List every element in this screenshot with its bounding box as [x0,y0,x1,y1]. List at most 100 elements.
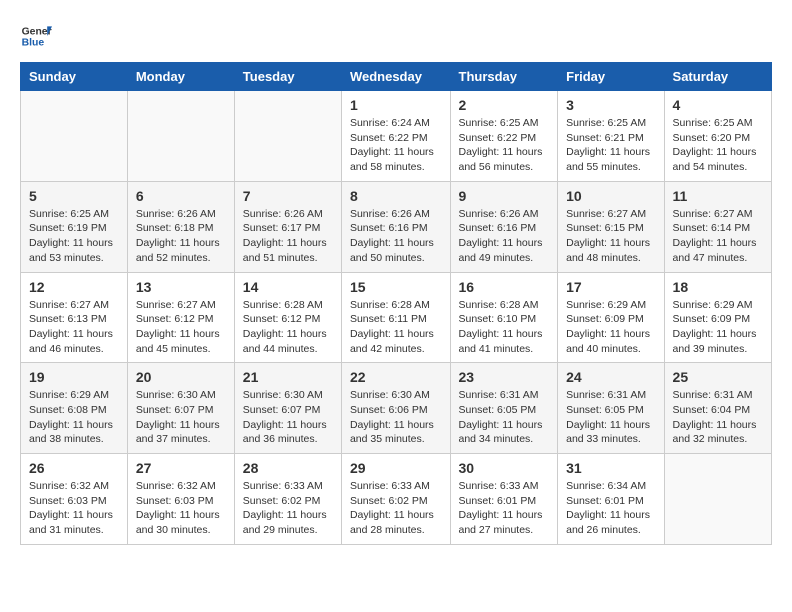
day-info: Sunrise: 6:28 AMSunset: 6:12 PMDaylight:… [243,299,327,355]
calendar-cell: 20Sunrise: 6:30 AMSunset: 6:07 PMDayligh… [127,363,234,454]
day-info: Sunrise: 6:25 AMSunset: 6:19 PMDaylight:… [29,208,113,264]
day-info: Sunrise: 6:28 AMSunset: 6:11 PMDaylight:… [350,299,434,355]
day-number: 19 [29,369,119,385]
weekday-tuesday: Tuesday [234,63,341,91]
day-number: 3 [566,97,655,113]
calendar-cell: 5 Sunrise: 6:25 AMSunset: 6:19 PMDaylight… [21,181,128,272]
calendar-cell: 3 Sunrise: 6:25 AMSunset: 6:21 PMDaylight… [558,91,664,182]
svg-text:Blue: Blue [22,38,45,49]
calendar-cell: 8 Sunrise: 6:26 AMSunset: 6:16 PMDaylight… [341,181,450,272]
calendar-cell: 14 Sunrise: 6:28 AMSunset: 6:12 PMDayligh… [234,272,341,363]
calendar-cell: 24 Sunrise: 6:31 AMSunset: 6:05 PMDayligh… [558,363,664,454]
calendar-cell [664,454,771,545]
day-number: 23 [459,369,550,385]
calendar-week-5: 26 Sunrise: 6:32 AMSunset: 6:03 PMDayligh… [21,454,772,545]
logo-icon: General Blue [20,20,52,52]
day-number: 28 [243,460,333,476]
day-number: 12 [29,279,119,295]
day-number: 17 [566,279,655,295]
calendar-week-1: 1 Sunrise: 6:24 AMSunset: 6:22 PMDaylight… [21,91,772,182]
weekday-monday: Monday [127,63,234,91]
day-number: 24 [566,369,655,385]
day-info: Sunrise: 6:26 AMSunset: 6:16 PMDaylight:… [459,208,543,264]
page-header: General Blue [20,20,772,52]
day-number: 29 [350,460,442,476]
calendar-cell: 26Sunrise: 6:32 AMSunset: 6:03 PMDayligh… [21,454,128,545]
day-number: 22 [350,369,442,385]
calendar-cell: 6 Sunrise: 6:26 AMSunset: 6:18 PMDaylight… [127,181,234,272]
day-info: Sunrise: 6:31 AMSunset: 6:05 PMDaylight:… [459,389,543,445]
calendar-cell [127,91,234,182]
calendar-cell: 27 Sunrise: 6:32 AMSunset: 6:03 PMDayligh… [127,454,234,545]
day-info: Sunrise: 6:33 AMSunset: 6:02 PMDaylight:… [350,480,434,536]
calendar-cell: 23 Sunrise: 6:31 AMSunset: 6:05 PMDayligh… [450,363,558,454]
calendar-cell: 28 Sunrise: 6:33 AMSunset: 6:02 PMDayligh… [234,454,341,545]
calendar-cell: 21Sunrise: 6:30 AMSunset: 6:07 PMDayligh… [234,363,341,454]
day-number: 14 [243,279,333,295]
day-number: 8 [350,188,442,204]
day-info: Sunrise: 6:25 AMSunset: 6:22 PMDaylight:… [459,117,543,173]
day-info: Sunrise: 6:27 AMSunset: 6:14 PMDaylight:… [673,208,757,264]
day-info: Sunrise: 6:31 AMSunset: 6:05 PMDaylight:… [566,389,650,445]
day-info: Sunrise: 6:25 AMSunset: 6:21 PMDaylight:… [566,117,650,173]
weekday-saturday: Saturday [664,63,771,91]
weekday-header-row: SundayMondayTuesdayWednesdayThursdayFrid… [21,63,772,91]
day-number: 2 [459,97,550,113]
day-info: Sunrise: 6:33 AMSunset: 6:01 PMDaylight:… [459,480,543,536]
calendar-cell: 12 Sunrise: 6:27 AMSunset: 6:13 PMDayligh… [21,272,128,363]
calendar-cell: 1 Sunrise: 6:24 AMSunset: 6:22 PMDaylight… [341,91,450,182]
day-number: 30 [459,460,550,476]
calendar-cell: 18Sunrise: 6:29 AMSunset: 6:09 PMDayligh… [664,272,771,363]
day-number: 26 [29,460,119,476]
calendar-cell [21,91,128,182]
day-info: Sunrise: 6:32 AMSunset: 6:03 PMDaylight:… [136,480,220,536]
day-info: Sunrise: 6:27 AMSunset: 6:13 PMDaylight:… [29,299,113,355]
day-number: 18 [673,279,763,295]
day-info: Sunrise: 6:29 AMSunset: 6:09 PMDaylight:… [566,299,650,355]
calendar-week-4: 19Sunrise: 6:29 AMSunset: 6:08 PMDayligh… [21,363,772,454]
calendar-cell: 30 Sunrise: 6:33 AMSunset: 6:01 PMDayligh… [450,454,558,545]
weekday-sunday: Sunday [21,63,128,91]
calendar-cell: 11Sunrise: 6:27 AMSunset: 6:14 PMDayligh… [664,181,771,272]
weekday-friday: Friday [558,63,664,91]
day-number: 15 [350,279,442,295]
calendar-cell: 15 Sunrise: 6:28 AMSunset: 6:11 PMDayligh… [341,272,450,363]
calendar-cell: 31 Sunrise: 6:34 AMSunset: 6:01 PMDayligh… [558,454,664,545]
day-info: Sunrise: 6:26 AMSunset: 6:16 PMDaylight:… [350,208,434,264]
day-info: Sunrise: 6:26 AMSunset: 6:18 PMDaylight:… [136,208,220,264]
day-number: 1 [350,97,442,113]
day-number: 31 [566,460,655,476]
day-info: Sunrise: 6:24 AMSunset: 6:22 PMDaylight:… [350,117,434,173]
calendar-cell: 10 Sunrise: 6:27 AMSunset: 6:15 PMDayligh… [558,181,664,272]
day-info: Sunrise: 6:25 AMSunset: 6:20 PMDaylight:… [673,117,757,173]
calendar-cell: 7Sunrise: 6:26 AMSunset: 6:17 PMDaylight… [234,181,341,272]
calendar-table: SundayMondayTuesdayWednesdayThursdayFrid… [20,62,772,545]
day-info: Sunrise: 6:30 AMSunset: 6:06 PMDaylight:… [350,389,434,445]
weekday-thursday: Thursday [450,63,558,91]
day-number: 5 [29,188,119,204]
day-info: Sunrise: 6:27 AMSunset: 6:12 PMDaylight:… [136,299,220,355]
calendar-cell [234,91,341,182]
day-number: 27 [136,460,226,476]
day-number: 9 [459,188,550,204]
logo: General Blue [20,20,52,52]
calendar-cell: 9 Sunrise: 6:26 AMSunset: 6:16 PMDaylight… [450,181,558,272]
day-number: 25 [673,369,763,385]
day-number: 13 [136,279,226,295]
day-number: 6 [136,188,226,204]
day-number: 21 [243,369,333,385]
calendar-week-3: 12 Sunrise: 6:27 AMSunset: 6:13 PMDayligh… [21,272,772,363]
calendar-cell: 4Sunrise: 6:25 AMSunset: 6:20 PMDaylight… [664,91,771,182]
calendar-cell: 17 Sunrise: 6:29 AMSunset: 6:09 PMDayligh… [558,272,664,363]
day-info: Sunrise: 6:34 AMSunset: 6:01 PMDaylight:… [566,480,650,536]
day-number: 7 [243,188,333,204]
day-info: Sunrise: 6:31 AMSunset: 6:04 PMDaylight:… [673,389,757,445]
day-info: Sunrise: 6:33 AMSunset: 6:02 PMDaylight:… [243,480,327,536]
calendar-cell: 25 Sunrise: 6:31 AMSunset: 6:04 PMDayligh… [664,363,771,454]
weekday-wednesday: Wednesday [341,63,450,91]
calendar-cell: 2 Sunrise: 6:25 AMSunset: 6:22 PMDaylight… [450,91,558,182]
day-info: Sunrise: 6:30 AMSunset: 6:07 PMDaylight:… [136,389,220,445]
day-number: 10 [566,188,655,204]
calendar-cell: 19Sunrise: 6:29 AMSunset: 6:08 PMDayligh… [21,363,128,454]
day-info: Sunrise: 6:27 AMSunset: 6:15 PMDaylight:… [566,208,650,264]
